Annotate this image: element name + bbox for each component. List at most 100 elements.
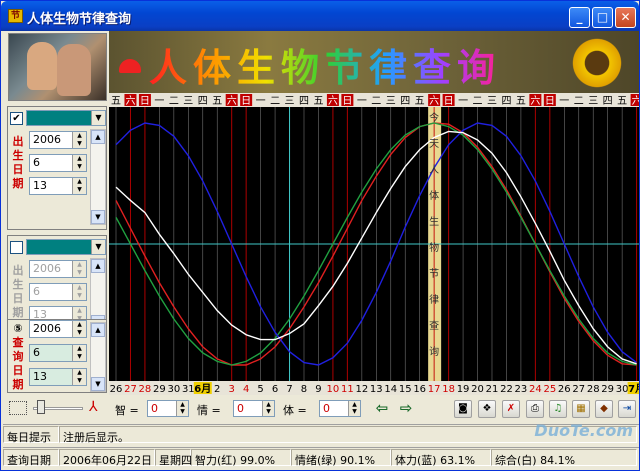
weekday-label: 三 — [183, 96, 193, 107]
title-bar[interactable]: 节 人体生物节律查询 _ □ ✕ — [1, 1, 639, 31]
tili-value: 体力(蓝) 63.1% — [391, 449, 491, 467]
person2-checkbox[interactable] — [10, 241, 23, 254]
weekday-label: 五 — [111, 96, 121, 107]
print-preview-icon[interactable]: ❖ — [478, 400, 496, 418]
date-label: 9 — [315, 384, 321, 395]
scroll-down-icon[interactable]: ▼ — [91, 377, 105, 391]
weekday-label: 日 — [545, 96, 555, 107]
query-day-spinner[interactable]: 13 ▲ ▼ — [29, 368, 87, 386]
date-label: 6月 — [194, 383, 211, 395]
date-label: 5 — [257, 384, 263, 395]
date-label: 17 — [428, 384, 441, 395]
zhi-value: 0 — [151, 402, 158, 415]
query-date-label: 查询日期 — [12, 336, 24, 391]
date-label: 7 — [286, 384, 292, 395]
book-icon[interactable]: ◆ — [595, 400, 613, 418]
left-panel: ✔ ▼ 出生日期 2006 ▲ ▼ 6 ▲ ▼ 13 ▲ ▼ ▲ ▼ ▼ 出生日期 2006… — [7, 31, 108, 422]
weekday-value: 星期四 — [155, 449, 192, 467]
person1-scrollbar[interactable]: ▲ ▼ — [90, 129, 106, 225]
next-arrow-button[interactable]: ⇨ — [397, 400, 415, 417]
exit-icon[interactable]: ⇥ — [618, 400, 636, 418]
biorhythm-chart: 五六日一二三四五六日一二三四五六日一二三四五六日一二三四五六日一二三四五六 26 2… — [109, 31, 639, 395]
weekday-label: 六 — [125, 95, 135, 107]
compass-icon[interactable]: ⅄ — [89, 399, 98, 415]
person1-year-spinner[interactable]: 2006 ▲ ▼ — [29, 131, 87, 149]
watermark: DuoTe.com — [534, 421, 633, 440]
date-label: 14 — [384, 384, 397, 395]
ti-spinner[interactable]: 0 ▲ ▼ — [319, 400, 361, 417]
date-label: 6 — [272, 384, 278, 395]
maximize-button[interactable]: □ — [592, 7, 613, 28]
zhi-label: 智 = — [115, 404, 139, 417]
status-bar: 查询日期 2006年06月22日 星期四 智力(红) 99.0% 情绪(绿) 9… — [3, 447, 639, 467]
image-icon[interactable]: ▦ — [572, 400, 590, 418]
scroll-down-icon[interactable]: ▼ — [91, 210, 105, 224]
couple-photo — [8, 33, 107, 101]
person2-color-select[interactable]: ▼ — [26, 239, 106, 255]
person1-month-value: 6 — [33, 156, 40, 169]
date-label: 24 — [529, 384, 542, 395]
highlight-char: 节 — [429, 268, 439, 280]
zonghe-value: 综合(白) 84.1% — [491, 449, 637, 467]
person1-color-select[interactable]: ▼ — [26, 110, 106, 126]
date-label: 13 — [370, 384, 383, 395]
minimize-button[interactable]: _ — [569, 7, 590, 28]
date-label: 16 — [413, 384, 426, 395]
window-title: 人体生物节律查询 — [27, 12, 132, 27]
date-label: 27 — [572, 384, 585, 395]
scroll-up-icon[interactable]: ▲ — [91, 259, 105, 273]
date-label: 22 — [500, 384, 513, 395]
query-tool-icon[interactable]: ◙ — [454, 400, 472, 418]
print-icon[interactable]: ⎙ — [526, 400, 544, 418]
highlight-char: 天 — [429, 139, 439, 150]
highlight-char: 今 — [429, 111, 439, 124]
person2-year-spinner[interactable]: 2006 ▲ ▼ — [29, 260, 87, 278]
person2-month-spinner[interactable]: 6 ▲ ▼ — [29, 283, 87, 301]
highlight-char: 人 — [429, 164, 439, 176]
qing-spinner[interactable]: 0 ▲ ▼ — [233, 400, 275, 417]
chevron-down-icon: ▼ — [91, 111, 105, 125]
qing-value: 0 — [237, 402, 244, 415]
query-month-spinner[interactable]: 6 ▲ ▼ — [29, 344, 87, 362]
person1-checkbox[interactable]: ✔ — [10, 112, 23, 125]
person1-month-spinner[interactable]: 6 ▲ ▼ — [29, 154, 87, 172]
query-scrollbar[interactable]: ▲ ▼ — [90, 322, 106, 392]
spin-arrows-icon: ▲▼ — [72, 178, 86, 194]
weekday-label: 五 — [212, 96, 222, 107]
prev-arrow-button[interactable]: ⇦ — [373, 400, 391, 417]
weekday-label: 一 — [154, 96, 164, 107]
weekday-label: 一 — [559, 96, 569, 107]
ti-label: 体 = — [283, 404, 307, 417]
weekday-label: 五 — [313, 96, 323, 107]
chevron-down-icon: ▼ — [91, 240, 105, 254]
tip-label: 每日提示 — [3, 426, 59, 444]
grid-toggle-icon[interactable] — [9, 401, 27, 415]
close-button[interactable]: ✕ — [615, 7, 636, 28]
person1-day-spinner[interactable]: 13 ▲ ▼ — [29, 177, 87, 195]
date-label: 2 — [214, 384, 220, 395]
person2-year-value: 2006 — [33, 262, 61, 275]
tools-icon[interactable]: ✗ — [502, 400, 520, 418]
sunflower-icon — [569, 35, 625, 91]
spin-arrows-icon: ▲▼ — [262, 401, 274, 416]
query-icon: ⑤ — [13, 322, 23, 335]
mushroom-icon — [119, 59, 141, 73]
date-label: 26 — [110, 384, 123, 395]
weekday-label: 六 — [328, 95, 338, 107]
zhi-spinner[interactable]: 0 ▲ ▼ — [147, 400, 189, 417]
query-year-spinner[interactable]: 2006 ▲ ▼ — [29, 320, 87, 338]
spin-arrows-icon: ▲▼ — [72, 132, 86, 148]
date-label: 3 — [229, 384, 235, 395]
weekday-label: 四 — [198, 96, 208, 107]
weekday-label: 日 — [444, 96, 454, 107]
weekday-label: 一 — [256, 96, 266, 107]
app-icon: 节 — [8, 9, 23, 23]
date-label: 12 — [355, 384, 368, 395]
scroll-up-icon[interactable]: ▲ — [91, 130, 105, 144]
weekday-label: 五 — [415, 96, 425, 107]
weekday-label: 四 — [603, 96, 613, 107]
scroll-up-icon[interactable]: ▲ — [91, 323, 105, 337]
weekday-label: 二 — [371, 96, 381, 107]
zoom-slider-thumb[interactable] — [37, 400, 45, 414]
music-icon[interactable]: ♫ — [549, 400, 567, 418]
